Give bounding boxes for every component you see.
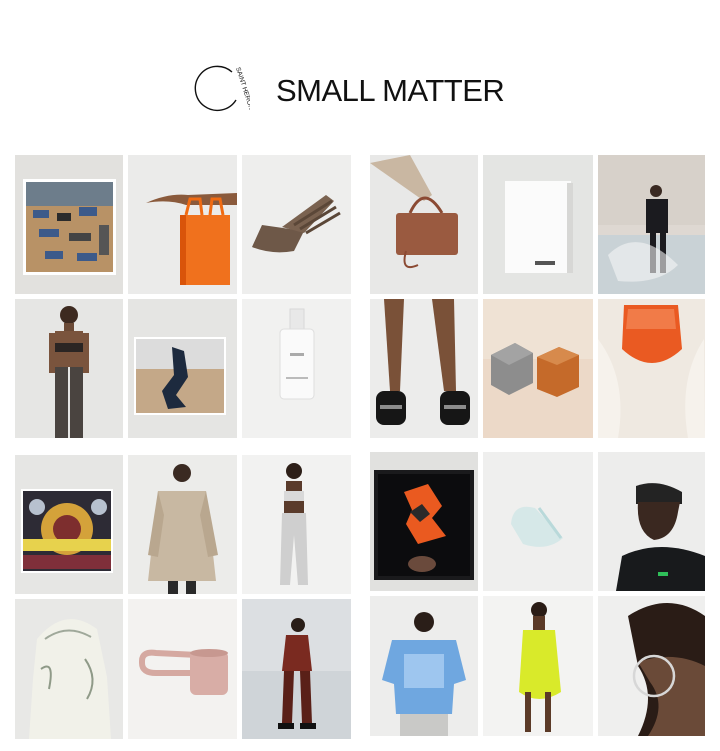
tile-yellow-dress[interactable] <box>483 596 593 736</box>
tile-orange-resin-bag[interactable] <box>598 299 705 438</box>
svg-text:SAINT HERON: SAINT HERON <box>234 66 250 111</box>
brand-title: SMALL MATTER <box>276 73 505 108</box>
tile-model-red-outfit[interactable] <box>242 599 351 739</box>
tile-model-silver-outfit[interactable] <box>242 455 351 594</box>
tile-glass-ring[interactable] <box>483 452 593 591</box>
tile-classroom-photo[interactable] <box>15 155 123 294</box>
tile-hoop-earring[interactable] <box>598 596 705 736</box>
tile-printed-hood[interactable] <box>15 599 123 739</box>
tile-framed-sculpture[interactable] <box>370 452 478 591</box>
tile-model-bandeau[interactable] <box>15 299 123 438</box>
tile-spray-bottle[interactable] <box>242 299 351 438</box>
tile-model-bandana[interactable] <box>598 452 705 591</box>
tile-blue-tshirt[interactable] <box>370 596 478 736</box>
tile-model-beige-coat[interactable] <box>128 455 237 594</box>
tile-orange-acrylic-bag[interactable] <box>128 155 237 294</box>
tile-white-book[interactable] <box>483 155 593 294</box>
tile-photo-print-figure[interactable] <box>128 299 237 438</box>
tile-legs-black-loafers[interactable] <box>370 299 478 438</box>
tile-brown-tote-bag[interactable] <box>370 155 478 294</box>
tile-sun-ra-poster[interactable] <box>15 455 123 594</box>
saint-heron-logo[interactable]: SAINT HERON <box>186 64 255 118</box>
tile-model-plastic-wrap[interactable] <box>598 155 705 294</box>
tile-soap-cubes[interactable] <box>483 299 593 438</box>
tile-wooden-comb[interactable] <box>242 155 351 294</box>
tile-pink-ceramic-cup[interactable] <box>128 599 237 739</box>
header: SAINT HERON SMALL MATTER <box>0 60 720 120</box>
